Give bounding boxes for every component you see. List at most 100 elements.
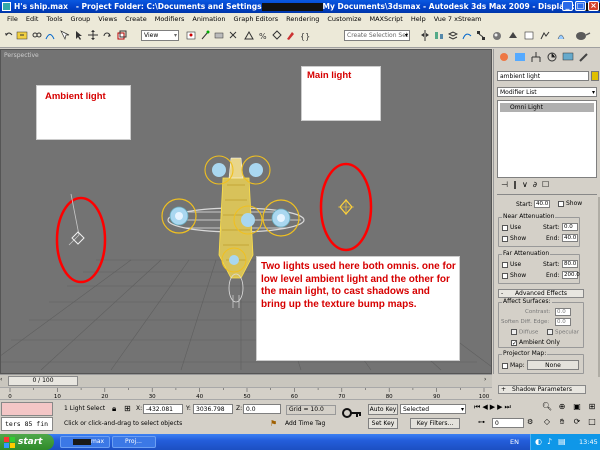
network-icon[interactable]: ▤ <box>558 437 566 446</box>
far-start-spinner[interactable]: 80.0 <box>562 260 578 268</box>
percent-snap-icon[interactable]: % <box>258 30 268 41</box>
show-checkbox-row[interactable]: Show <box>558 200 582 207</box>
previous-frame-icon[interactable]: ◀︎ <box>482 403 487 415</box>
mirror-icon[interactable] <box>420 30 430 41</box>
modifier-stack[interactable]: Omni Light <box>497 100 597 178</box>
auto-key-button[interactable]: Auto Key <box>368 404 398 415</box>
time-slider[interactable]: ‹ 0 / 100 › <box>0 374 492 387</box>
current-frame-field[interactable]: 0 <box>492 418 524 428</box>
menu-graph-editors[interactable]: Graph Editors <box>230 15 283 23</box>
create-tab-icon[interactable] <box>497 51 511 63</box>
time-config-icon[interactable]: ⚙︎ <box>527 418 533 426</box>
contrast-spinner[interactable]: 0.0 <box>555 308 571 316</box>
far-use-checkbox[interactable]: Use <box>502 261 521 268</box>
display-tab-icon[interactable] <box>561 51 575 63</box>
hierarchy-tab-icon[interactable] <box>529 51 543 63</box>
scale-icon[interactable] <box>117 30 127 41</box>
zoom-icon[interactable]: 🔍︎ <box>540 402 554 416</box>
unlink-icon[interactable] <box>32 30 42 41</box>
menu-rendering[interactable]: Rendering <box>282 15 323 23</box>
named-selection-set-dropdown[interactable]: Create Selection Set ▾ <box>344 30 410 41</box>
rotate-icon[interactable] <box>102 30 112 41</box>
close-button[interactable]: × <box>588 1 599 11</box>
make-unique-icon[interactable]: ∨ <box>522 180 528 192</box>
show-end-result-icon[interactable]: ‖ <box>513 180 517 192</box>
menu-help[interactable]: Help <box>407 15 430 23</box>
shadow-parameters-rollout[interactable]: + Shadow Parameters <box>498 385 586 394</box>
start-spinner[interactable]: 40.0 <box>534 200 550 208</box>
zoom-extents-icon[interactable]: ▣ <box>570 402 584 416</box>
menu-customize[interactable]: Customize <box>323 15 365 23</box>
menu-file[interactable]: File <box>3 15 22 23</box>
near-use-checkbox[interactable]: Use <box>502 224 521 231</box>
minimize-button[interactable]: _ <box>562 1 573 11</box>
time-tag-icon[interactable]: ⚑ <box>270 419 277 428</box>
select-link-icon[interactable] <box>16 30 28 41</box>
taskbar-item-project[interactable]: Proj... <box>112 436 156 448</box>
pan-icon[interactable]: ✋︎ <box>555 417 569 432</box>
menu-animation[interactable]: Animation <box>188 15 229 23</box>
render-frame-icon[interactable] <box>524 30 534 41</box>
time-prev-arrow[interactable]: ‹ <box>0 376 8 386</box>
ambient-only-checkbox[interactable]: ✓ Ambient Only <box>511 339 560 346</box>
select-object-icon[interactable] <box>74 30 84 41</box>
menu-create[interactable]: Create <box>121 15 151 23</box>
maxscript-listener-mini[interactable] <box>1 402 53 416</box>
modify-tab-icon[interactable] <box>513 51 527 63</box>
pin-stack-icon[interactable]: ⊣ <box>501 180 508 192</box>
key-filters-button[interactable]: Key Filters... <box>410 418 460 429</box>
y-coordinate-field[interactable]: 3036.798 <box>193 404 233 414</box>
object-name-field[interactable]: ambient light <box>497 71 589 81</box>
align-icon[interactable] <box>434 30 444 41</box>
time-slider-thumb[interactable]: 0 / 100 <box>8 376 78 386</box>
move-icon[interactable] <box>88 30 98 41</box>
tray-icon[interactable]: ◐ <box>535 437 542 446</box>
named-sets-icon[interactable]: {} <box>300 30 316 41</box>
stack-item-omni-light[interactable]: Omni Light <box>500 103 594 112</box>
soften-spinner[interactable]: 0.0 <box>555 318 571 326</box>
render-production-icon[interactable] <box>556 30 566 41</box>
menu-maxscript[interactable]: MAXScript <box>366 15 407 23</box>
material-editor-icon[interactable] <box>492 30 502 41</box>
menu-group[interactable]: Group <box>67 15 95 23</box>
set-key-icon[interactable] <box>342 406 362 420</box>
taskbar-item-max[interactable]: max <box>60 436 110 448</box>
near-start-spinner[interactable]: 0.0 <box>562 223 578 231</box>
zoom-extents-all-icon[interactable]: ⊞ <box>585 402 599 416</box>
diffuse-checkbox[interactable]: Diffuse <box>511 329 538 336</box>
utilities-tab-icon[interactable] <box>577 51 591 63</box>
curve-editor-icon[interactable] <box>462 30 472 41</box>
add-time-tag-button[interactable]: Add Time Tag <box>285 420 325 427</box>
snap-toggle-icon[interactable] <box>228 30 238 41</box>
bind-spacewarp-icon[interactable] <box>45 30 55 41</box>
perspective-viewport[interactable]: Perspective Ambient light Main light Two… <box>0 49 492 374</box>
map-checkbox[interactable]: Map: <box>502 362 525 369</box>
spinner-snap-icon[interactable] <box>272 30 282 41</box>
configure-sets-icon[interactable]: ☐ <box>542 180 549 192</box>
remove-modifier-icon[interactable]: ∂ <box>533 180 537 192</box>
select-filter-icon[interactable] <box>60 30 70 41</box>
object-color-swatch[interactable] <box>591 71 599 81</box>
absolute-mode-icon[interactable]: ⊞ <box>124 404 131 413</box>
menu-views[interactable]: Views <box>94 15 121 23</box>
menu-modifiers[interactable]: Modifiers <box>151 15 189 23</box>
pivot-center-icon[interactable] <box>186 30 196 41</box>
go-to-end-icon[interactable]: ⏭ <box>504 403 510 415</box>
teapot-render-icon[interactable] <box>572 30 592 41</box>
motion-tab-icon[interactable] <box>545 51 559 63</box>
specular-checkbox[interactable]: Specular <box>547 329 579 336</box>
track-bar[interactable]: 0 10 20 30 40 50 60 70 80 90 100 <box>0 387 492 400</box>
near-show-checkbox[interactable]: Show <box>502 235 526 242</box>
angle-snap-icon[interactable] <box>244 30 254 41</box>
menu-tools[interactable]: Tools <box>42 15 66 23</box>
maximize-viewport-icon[interactable]: □ <box>585 417 599 432</box>
volume-icon[interactable]: ♪ <box>547 437 552 446</box>
menu-vue-xstream[interactable]: Vue 7 xStream <box>430 15 486 23</box>
manipulate-icon[interactable] <box>200 30 210 41</box>
schematic-view-icon[interactable] <box>476 30 486 41</box>
maxscript-output[interactable]: ters 85 fin <box>1 417 53 431</box>
advanced-effects-rollout[interactable]: - Advanced Effects <box>498 289 584 298</box>
x-coordinate-field[interactable]: -432.081 <box>143 404 183 414</box>
reference-coord-dropdown[interactable]: View ▾ <box>141 30 179 41</box>
near-end-spinner[interactable]: 40.0 <box>562 234 578 242</box>
